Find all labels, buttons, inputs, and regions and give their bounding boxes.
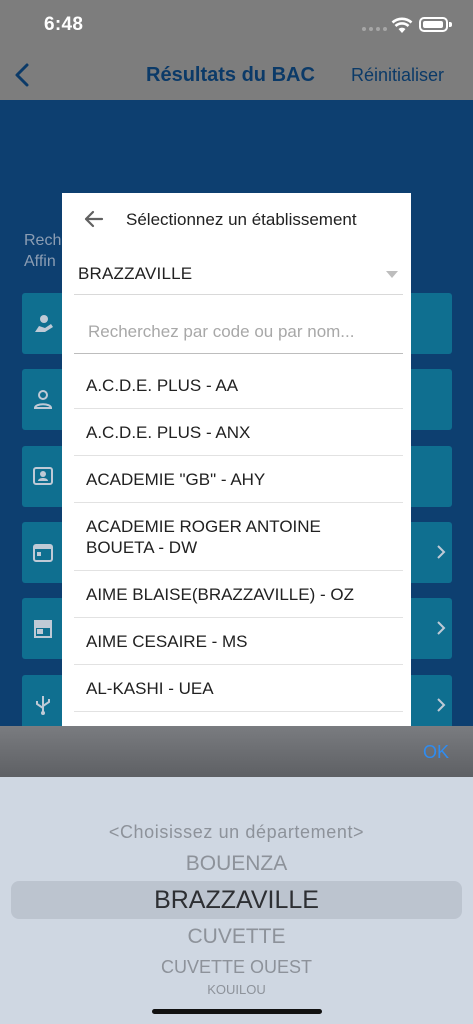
page-title: Résultats du BAC <box>146 64 315 86</box>
school-list-item[interactable]: AIME BLAISE(BRAZZAVILLE) - OZ <box>74 571 403 618</box>
back-chevron-icon[interactable] <box>10 60 38 90</box>
school-select-dialog: Sélectionnez un établissement BRAZZAVILL… <box>62 193 411 726</box>
calendar-icon <box>33 544 53 562</box>
usb-icon <box>36 696 50 715</box>
caret-down-icon <box>386 271 398 278</box>
ok-button[interactable]: OK <box>423 742 449 763</box>
picker-option[interactable]: CUVETTE <box>0 925 473 949</box>
school-list: A.C.D.E. PLUS - AA A.C.D.E. PLUS - ANX ACA… <box>74 362 403 712</box>
battery-icon <box>419 17 452 32</box>
picker-option[interactable]: <Choisissez un département> <box>0 822 473 843</box>
school-list-item[interactable]: ACADEMIE "GB" - AHY <box>74 456 403 503</box>
id-card-icon <box>33 467 53 485</box>
storefront-icon <box>34 620 52 638</box>
chevron-right-icon <box>437 621 446 635</box>
navigation-bar: Résultats du BAC Réinitialiser <box>0 50 473 100</box>
school-list-item[interactable]: AIME CESAIRE - MS <box>74 618 403 665</box>
department-dropdown[interactable]: BRAZZAVILLE <box>74 255 403 295</box>
picker-toolbar: OK <box>0 726 473 777</box>
cellular-signal-icon <box>362 27 387 31</box>
dialog-title: Sélectionnez un établissement <box>126 210 357 229</box>
school-list-item[interactable]: AL-KASHI - UEA <box>74 665 403 712</box>
department-picker-wheel[interactable]: <Choisissez un département> BOUENZA BRAZ… <box>0 777 473 1024</box>
picker-option[interactable]: BOUENZA <box>0 852 473 876</box>
school-search-input[interactable] <box>74 311 403 354</box>
status-bar: 6:48 <box>0 0 473 50</box>
picker-option[interactable]: KOUILOU <box>0 982 473 997</box>
person-outline-icon <box>33 390 53 409</box>
bg-text-line2: Affin <box>24 253 56 270</box>
picker-option[interactable]: CUVETTE OUEST <box>0 957 473 978</box>
status-time: 6:48 <box>44 14 84 35</box>
chevron-right-icon <box>437 698 446 712</box>
reset-button[interactable]: Réinitialiser <box>351 65 444 86</box>
picker-option-selected[interactable]: BRAZZAVILLE <box>0 886 473 915</box>
bg-text-line1: Rech <box>24 232 62 249</box>
school-list-item[interactable]: ACADEMIE ROGER ANTOINE BOUETA - DW <box>74 503 403 571</box>
department-value: BRAZZAVILLE <box>78 264 193 283</box>
chevron-right-icon <box>437 545 446 559</box>
wifi-icon <box>391 17 413 33</box>
arrow-back-icon[interactable] <box>82 208 106 230</box>
school-list-item[interactable]: A.C.D.E. PLUS - ANX <box>74 409 403 456</box>
school-list-item[interactable]: A.C.D.E. PLUS - AA <box>74 362 403 409</box>
home-indicator <box>152 1009 322 1014</box>
person-badge-icon <box>35 315 53 332</box>
